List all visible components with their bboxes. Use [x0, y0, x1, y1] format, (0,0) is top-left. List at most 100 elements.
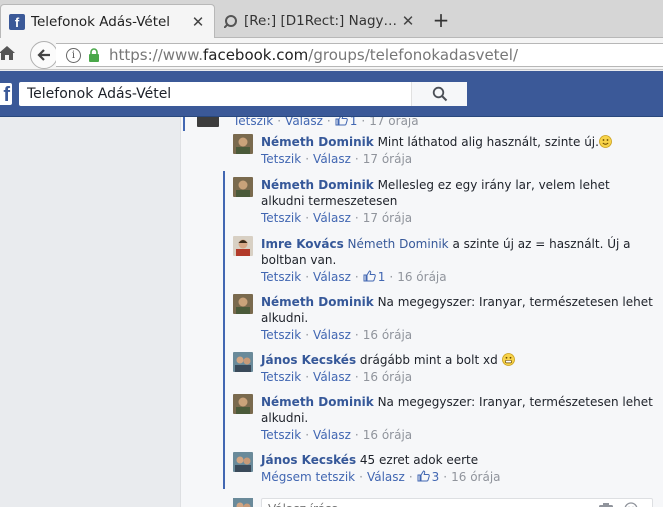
tab-title: [Re:] [D1Rect:] Nagy…	[244, 13, 398, 29]
avatar[interactable]	[197, 117, 219, 127]
comment-body: János Kecskés drágább mint a bolt xd	[261, 352, 653, 368]
avatar[interactable]	[233, 177, 253, 197]
comment-body: János Kecskés 45 ezret adok eerte	[261, 452, 653, 468]
like-link[interactable]: Tetszik	[261, 428, 301, 442]
like-link[interactable]: Tetszik	[233, 117, 273, 128]
smile-emoji-icon	[599, 135, 612, 148]
comment-item: János Kecskés 45 ezret adok eerte Mégsem…	[233, 452, 653, 485]
comment-actions: Tetszik · Válasz · 17 órája	[261, 211, 413, 225]
reply-link[interactable]: Válasz	[313, 370, 351, 384]
arrow-left-icon	[37, 49, 50, 61]
reply-link[interactable]: Válasz	[285, 117, 323, 128]
close-icon[interactable]: ✕	[400, 12, 416, 30]
browser-tab-strip: f Telefonok Adás-Vétel ✕ [Re:] [D1Rect:]…	[0, 0, 663, 38]
info-icon[interactable]: i	[66, 47, 81, 63]
facebook-logo[interactable]: f	[0, 83, 12, 106]
navigation-bar: i https://www.facebook.com/groups/telefo…	[0, 38, 663, 70]
comment-item: Németh Dominik Na megegyszer: Iranyar, t…	[233, 294, 653, 343]
timestamp[interactable]: 16 órája	[363, 328, 412, 342]
comment-thread: Tetszik · Válasz · 1 · 17 órája Németh Dominik…	[180, 117, 663, 507]
tab-direct[interactable]: [Re:] [D1Rect:] Nagy… ✕	[216, 4, 424, 38]
comment-author[interactable]: János Kecskés	[261, 353, 356, 367]
avatar[interactable]	[233, 294, 253, 314]
timestamp[interactable]: 16 órája	[397, 270, 446, 284]
like-link[interactable]: Tetszik	[261, 211, 301, 225]
like-link[interactable]: Tetszik	[261, 370, 301, 384]
comment-author[interactable]: Németh Dominik	[261, 178, 374, 192]
avatar[interactable]	[233, 394, 253, 414]
comment-mention[interactable]: Németh Dominik	[348, 237, 449, 251]
reply-link[interactable]: Válasz	[313, 328, 351, 342]
emoji-icon[interactable]	[624, 502, 638, 507]
timestamp[interactable]: 16 órája	[451, 470, 500, 484]
comment-body: Németh Dominik Mint láthatod alig haszná…	[261, 134, 653, 150]
like-link[interactable]: Tetszik	[261, 152, 301, 166]
avatar[interactable]	[233, 452, 253, 472]
comment-text: 45 ezret adok eerte	[359, 453, 479, 467]
like-count[interactable]: 1	[378, 270, 386, 284]
thread-indicator	[183, 117, 185, 131]
reply-link[interactable]: Válasz	[313, 270, 351, 284]
like-link[interactable]: Tetszik	[261, 328, 301, 342]
reply-link[interactable]: Válasz	[367, 470, 405, 484]
unlike-link[interactable]: Mégsem tetszik	[261, 470, 355, 484]
reply-thread-indicator	[223, 171, 225, 489]
comment-item: Németh Dominik Mint láthatod alig haszná…	[233, 134, 653, 167]
comment-actions: Tetszik · Válasz · 1 · 17 órája	[233, 117, 419, 128]
comment-author[interactable]: Imre Kovács	[261, 237, 344, 251]
comment-body: Németh Dominik Na megegyszer: Iranyar, t…	[261, 394, 653, 426]
comment-item: Németh Dominik Na megegyszer: Iranyar, t…	[233, 394, 653, 443]
comment-item: Imre Kovács Németh Dominik a szinte új a…	[233, 236, 653, 285]
comment-author[interactable]: János Kecskés	[261, 453, 356, 467]
search-bar	[19, 82, 467, 106]
like-count[interactable]: 1	[350, 117, 358, 128]
facebook-favicon-icon: f	[9, 13, 25, 30]
url-bar[interactable]: i https://www.facebook.com/groups/telefo…	[56, 43, 663, 67]
thumbs-up-icon	[417, 470, 430, 482]
reply-link[interactable]: Válasz	[313, 428, 351, 442]
thumbs-up-icon	[363, 270, 376, 282]
comment-actions: Mégsem tetszik · Válasz · 3 · 16 órája	[261, 470, 501, 484]
back-button[interactable]	[30, 41, 58, 69]
reply-input[interactable]	[268, 501, 588, 507]
reply-box	[261, 498, 653, 507]
left-sidebar	[0, 117, 180, 507]
like-link[interactable]: Tetszik	[261, 270, 301, 284]
comment-author[interactable]: Németh Dominik	[261, 395, 374, 409]
avatar[interactable]	[233, 134, 253, 154]
lock-icon[interactable]	[87, 48, 101, 62]
search-button[interactable]	[411, 82, 467, 106]
search-input[interactable]	[19, 83, 411, 105]
timestamp[interactable]: 17 órája	[363, 152, 412, 166]
timestamp[interactable]: 17 órája	[363, 211, 412, 225]
avatar[interactable]	[233, 352, 253, 372]
reply-link[interactable]: Válasz	[313, 211, 351, 225]
comment-body: Imre Kovács Németh Dominik a szinte új a…	[261, 236, 653, 268]
search-icon	[432, 86, 447, 102]
timestamp[interactable]: 16 órája	[363, 428, 412, 442]
comment-actions: Tetszik · Válasz · 17 órája	[261, 152, 413, 166]
new-tab-button[interactable]: +	[428, 8, 454, 34]
comment-author[interactable]: Németh Dominik	[261, 295, 374, 309]
comment-text: drágább mint a bolt xd	[359, 353, 498, 367]
timestamp[interactable]: 17 órája	[369, 117, 418, 128]
comment-actions: Tetszik · Válasz · 16 órája	[261, 328, 413, 342]
reply-link[interactable]: Válasz	[313, 152, 351, 166]
avatar[interactable]	[233, 236, 253, 256]
close-icon[interactable]: ✕	[190, 13, 206, 31]
comment-item: János Kecskés drágább mint a bolt xd Tet…	[233, 352, 653, 385]
timestamp[interactable]: 16 órája	[363, 370, 412, 384]
comment-actions: Tetszik · Válasz · 16 órája	[261, 370, 413, 384]
tab-telefonok[interactable]: f Telefonok Adás-Vétel ✕	[0, 4, 215, 38]
comment-actions: Tetszik · Válasz · 1 · 16 órája	[261, 270, 447, 284]
url-text: https://www.facebook.com/groups/telefono…	[109, 46, 519, 64]
tab-title: Telefonok Adás-Vétel	[31, 13, 171, 30]
avatar[interactable]	[233, 498, 253, 507]
comment-text: Mint láthatod alig használt, szinte új.	[377, 135, 599, 149]
home-icon[interactable]	[0, 44, 16, 62]
comment-body: Németh Dominik Na megegyszer: Iranyar, t…	[261, 294, 653, 326]
loading-icon	[224, 15, 237, 28]
camera-icon[interactable]	[598, 502, 614, 507]
comment-author[interactable]: Németh Dominik	[261, 135, 374, 149]
like-count[interactable]: 3	[432, 470, 440, 484]
